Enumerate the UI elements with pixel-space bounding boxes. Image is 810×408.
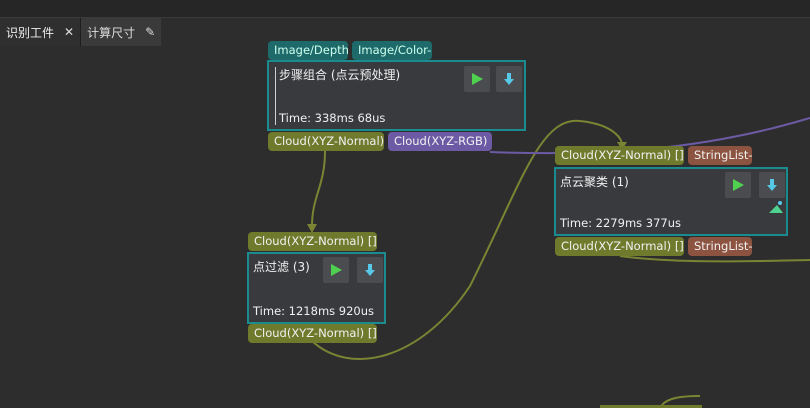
output-port-cloud-xyz-normal[interactable]: Cloud(XYZ-Normal)	[268, 132, 384, 151]
download-icon	[365, 264, 375, 276]
node-time: Time: 1218ms 920us	[253, 304, 375, 318]
run-button[interactable]	[323, 257, 349, 283]
run-icon	[331, 264, 342, 276]
node-title: 步骤组合 (点云预处理)	[279, 68, 401, 82]
view-icon[interactable]	[768, 200, 784, 214]
run-button[interactable]	[725, 172, 751, 198]
tab-compute-size[interactable]: 计算尺寸 ✎	[81, 18, 162, 46]
node-time: Time: 2279ms 377us	[560, 216, 682, 230]
output-port-cloud-xyz-rgb[interactable]: Cloud(XYZ-RGB)	[388, 132, 492, 151]
input-port-image-depth[interactable]: Image/Depth	[268, 41, 349, 60]
run-button[interactable]	[464, 66, 490, 92]
output-port-cloud-xyz-normal-list[interactable]: Cloud(XYZ-Normal) []	[248, 324, 377, 343]
graph-canvas[interactable]: Image/Depth Image/Color- 步骤组合 (点云预处理) Ti…	[0, 41, 810, 408]
node-point-filter[interactable]: 点过滤 (3) Time: 1218ms 920us	[247, 252, 386, 324]
tab-bar: 识别工件 ✕ 计算尺寸 ✎	[0, 18, 162, 46]
node-accent-bar	[275, 67, 276, 125]
pin-icon[interactable]: ✕	[64, 25, 74, 39]
tab-label: 计算尺寸	[87, 25, 136, 40]
node-time: Time: 338ms 68us	[279, 111, 386, 125]
run-icon	[733, 179, 744, 191]
title-bar	[0, 0, 810, 18]
output-port-cloud-xyz-normal-list[interactable]: Cloud(XYZ-Normal) []	[555, 237, 684, 256]
tab-recognize-workpiece[interactable]: 识别工件 ✕	[0, 18, 82, 46]
node-point-cloud-clustering[interactable]: 点云聚类 (1) Time: 2279ms 377us	[554, 167, 788, 236]
tab-label: 识别工件	[6, 25, 55, 40]
node-title: 点过滤 (3)	[253, 260, 310, 274]
download-icon	[767, 179, 777, 191]
download-button[interactable]	[357, 257, 383, 283]
download-icon	[504, 73, 514, 85]
input-port-cloud-xyz-normal-list[interactable]: Cloud(XYZ-Normal) []	[248, 232, 377, 251]
input-port-cloud-xyz-normal-list[interactable]: Cloud(XYZ-Normal) []	[555, 146, 684, 165]
download-button[interactable]	[759, 172, 785, 198]
input-port-stringlist[interactable]: StringList-	[688, 146, 753, 165]
input-port-image-color[interactable]: Image/Color-	[352, 41, 432, 60]
node-title: 点云聚类 (1)	[560, 175, 629, 189]
download-button[interactable]	[496, 66, 522, 92]
run-icon	[472, 73, 483, 85]
output-port-stringlist[interactable]: StringList-	[688, 237, 753, 256]
pin-icon[interactable]: ✎	[145, 25, 155, 39]
node-step-combination[interactable]: 步骤组合 (点云预处理) Time: 338ms 68us	[267, 60, 526, 131]
